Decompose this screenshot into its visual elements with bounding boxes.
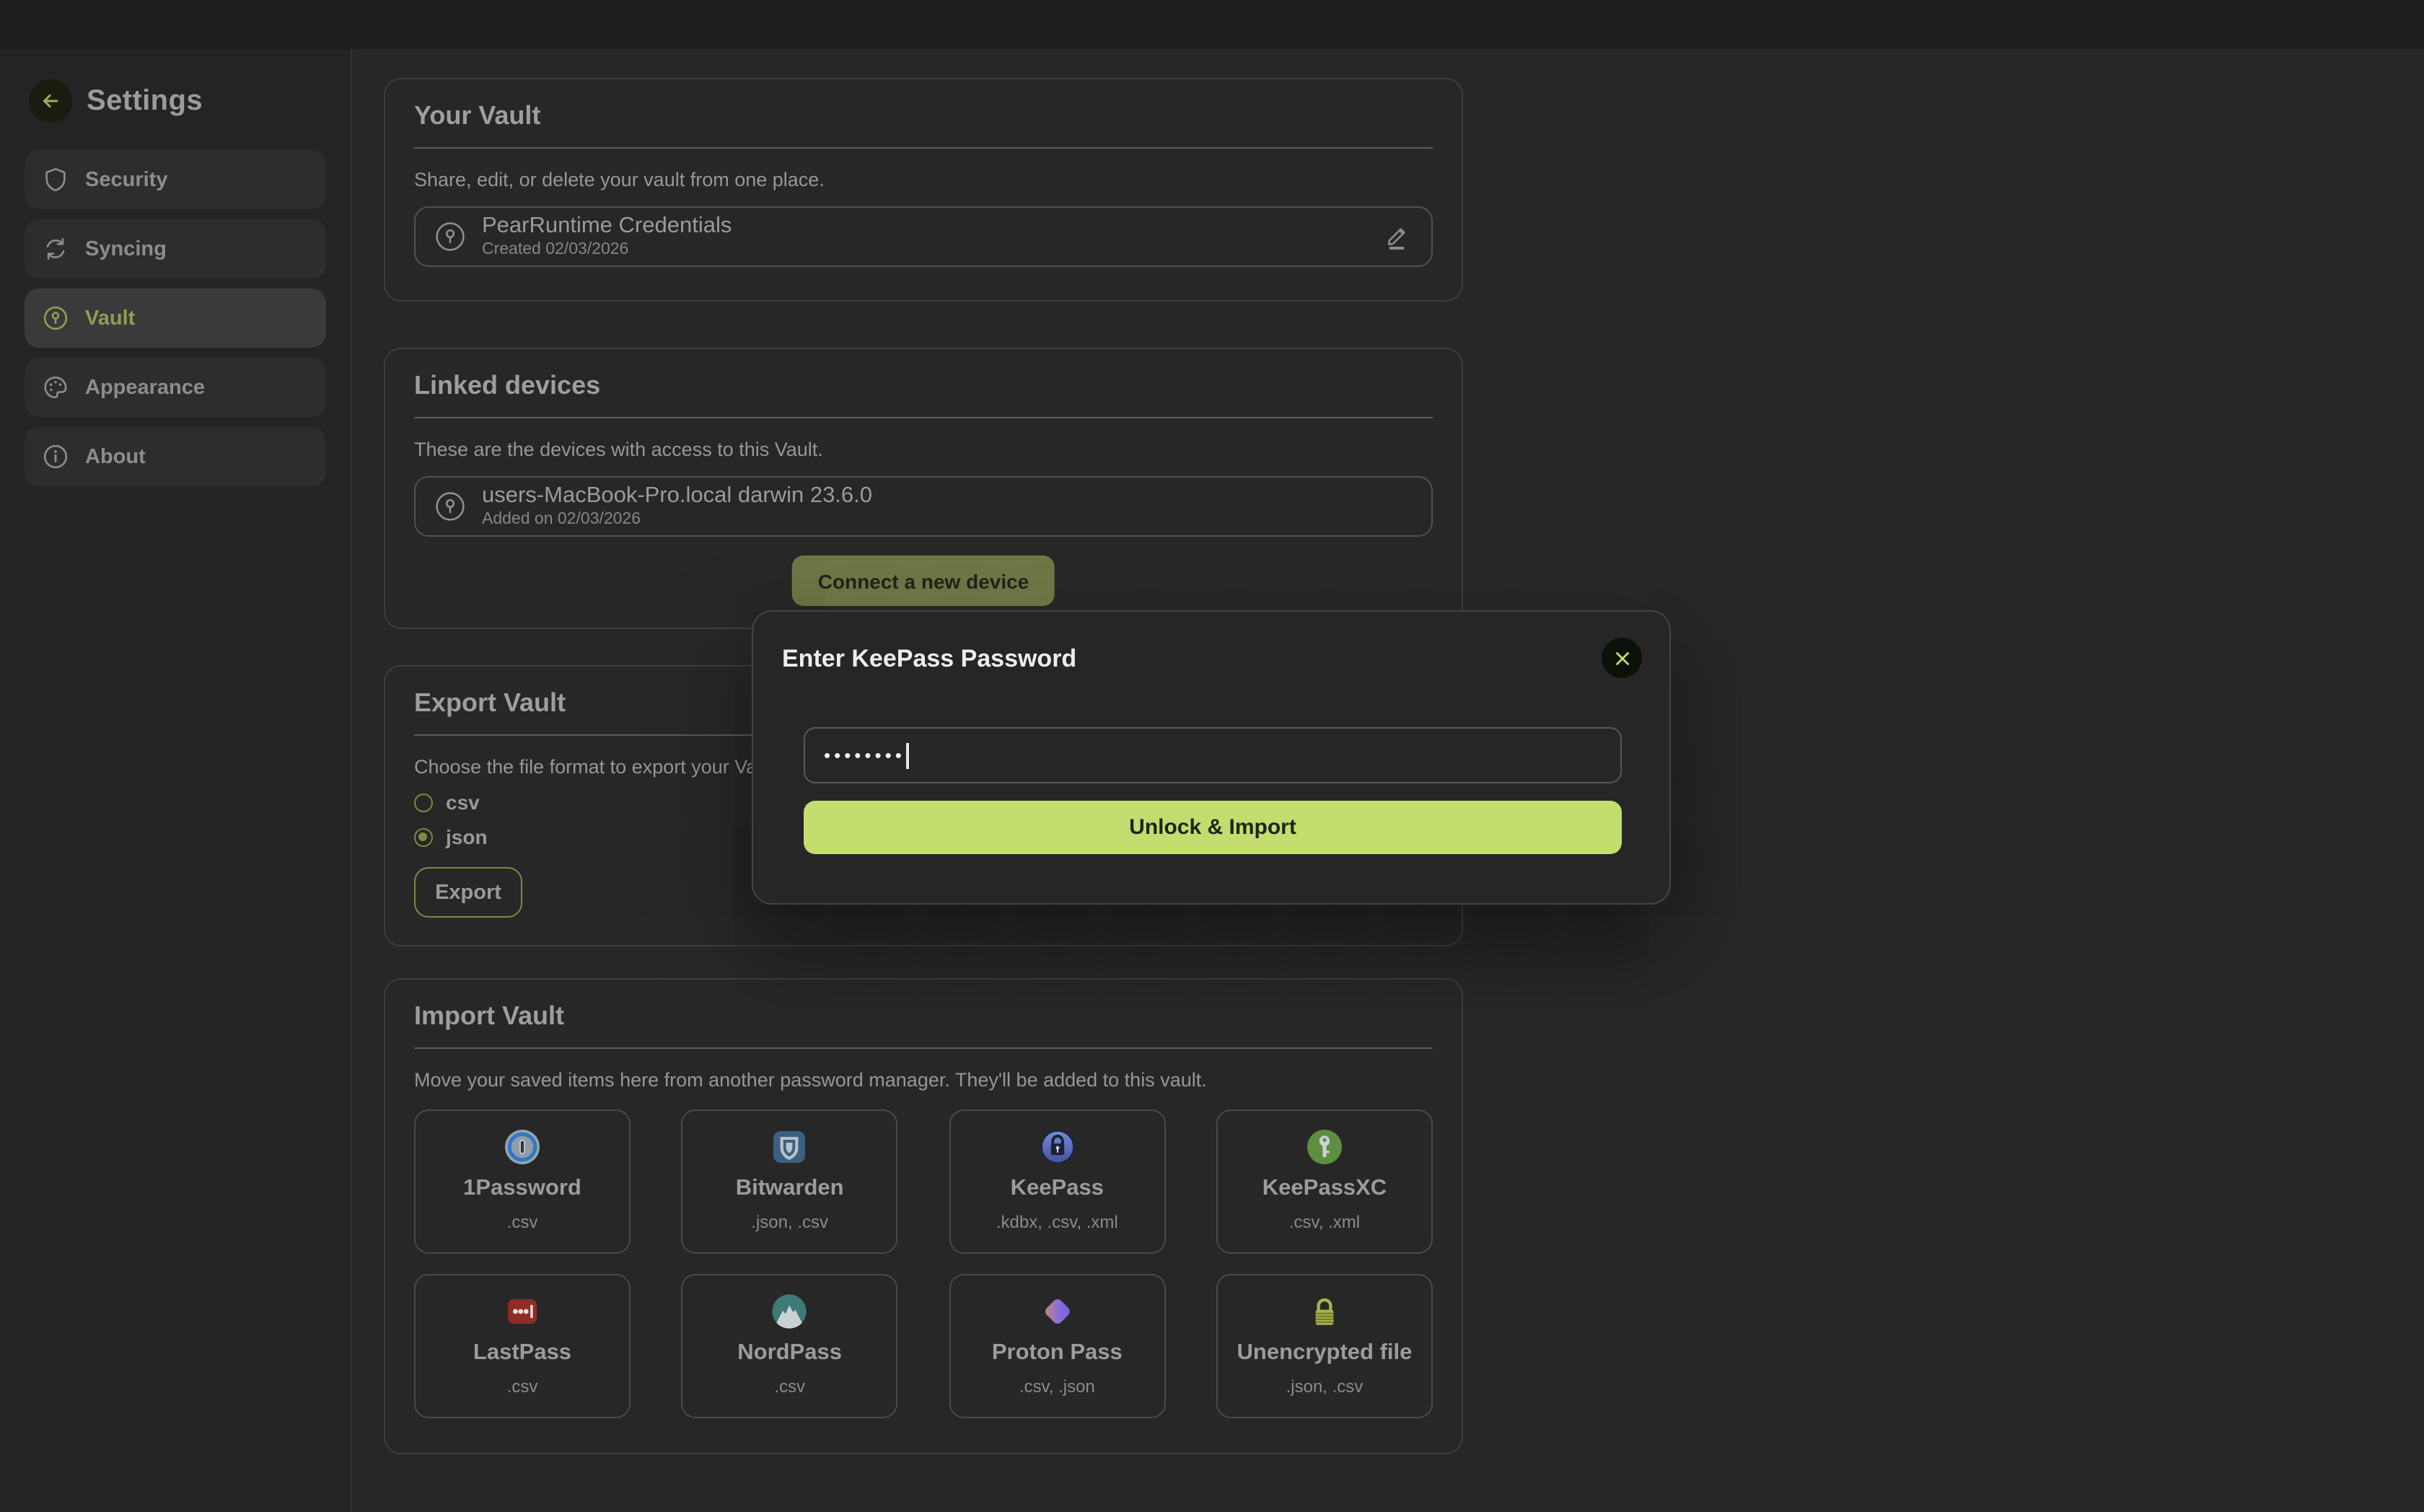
key-circle-icon <box>433 219 467 254</box>
provider-formats: .csv, .json <box>950 1376 1164 1397</box>
text-cursor <box>907 742 909 768</box>
section-description: Move your saved items here from another … <box>414 1069 1433 1091</box>
connect-new-device-button[interactable]: Connect a new device <box>792 555 1055 606</box>
protonpass-icon <box>950 1291 1164 1330</box>
section-title: Import Vault <box>414 1001 1433 1032</box>
settings-window: Settings Security Syncing Vault <box>0 0 2424 1512</box>
section-title: Your Vault <box>414 101 1433 131</box>
vault-info: PearRuntime Credentials Created 02/03/20… <box>482 215 732 258</box>
unlock-import-button[interactable]: Unlock & Import <box>804 801 1622 854</box>
back-button[interactable] <box>29 79 72 123</box>
page-title: Settings <box>87 84 203 118</box>
key-circle-icon <box>433 489 467 524</box>
section-title: Linked devices <box>414 371 1433 401</box>
provider-name: Proton Pass <box>950 1340 1164 1366</box>
sidebar-item-about[interactable]: About <box>25 427 326 486</box>
section-description: These are the devices with access to thi… <box>414 439 1433 460</box>
keepass-password-dialog: Enter KeePass Password •••••••• Unlock &… <box>752 610 1671 905</box>
import-tile-protonpass[interactable]: Proton Pass .csv, .json <box>949 1274 1165 1418</box>
sidebar: Settings Security Syncing Vault <box>0 49 352 1512</box>
provider-formats: .csv <box>416 1376 629 1397</box>
keepassxc-icon <box>1218 1127 1431 1166</box>
back-arrow-icon <box>38 88 63 114</box>
provider-name: KeePass <box>950 1176 1164 1202</box>
import-tile-1password[interactable]: 1Password .csv <box>414 1109 631 1254</box>
vault-name: PearRuntime Credentials <box>482 215 732 237</box>
sidebar-item-vault[interactable]: Vault <box>25 289 326 348</box>
edit-vault-button[interactable] <box>1382 222 1411 251</box>
import-tile-nordpass[interactable]: NordPass .csv <box>682 1274 898 1418</box>
provider-name: 1Password <box>416 1176 629 1202</box>
section-description: Share, edit, or delete your vault from o… <box>414 169 1433 190</box>
divider <box>414 1047 1433 1049</box>
provider-name: NordPass <box>683 1340 897 1366</box>
divider <box>414 147 1433 149</box>
1password-icon <box>416 1127 629 1166</box>
palette-icon <box>42 374 69 401</box>
device-row: users-MacBook-Pro.local darwin 23.6.0 Ad… <box>414 476 1433 537</box>
export-button[interactable]: Export <box>414 867 522 918</box>
bitwarden-icon <box>683 1127 897 1166</box>
password-input[interactable]: •••••••• <box>804 727 1622 783</box>
radio-label: json <box>446 825 488 848</box>
import-tile-unencrypted-file[interactable]: Unencrypted file .json, .csv <box>1216 1274 1433 1418</box>
sidebar-item-syncing[interactable]: Syncing <box>25 219 326 278</box>
keepass-icon <box>950 1127 1164 1166</box>
shield-icon <box>42 166 69 193</box>
pencil-icon <box>1382 222 1411 251</box>
provider-formats: .json, .csv <box>1218 1376 1431 1397</box>
provider-name: KeePassXC <box>1218 1176 1431 1202</box>
radio-circle-checked[interactable] <box>414 827 433 846</box>
import-tile-keepassxc[interactable]: KeePassXC .csv, .xml <box>1216 1109 1433 1254</box>
provider-formats: .csv <box>416 1212 629 1232</box>
provider-name: Unencrypted file <box>1218 1340 1431 1366</box>
close-button[interactable] <box>1602 638 1642 678</box>
dialog-title: Enter KeePass Password <box>782 645 1076 674</box>
sidebar-item-label: Appearance <box>85 376 205 399</box>
sidebar-header: Settings <box>29 79 351 123</box>
nordpass-icon <box>683 1291 897 1330</box>
sidebar-item-label: About <box>85 445 146 468</box>
linked-devices-card: Linked devices These are the devices wit… <box>384 348 1463 629</box>
sidebar-item-appearance[interactable]: Appearance <box>25 358 326 417</box>
device-name: users-MacBook-Pro.local darwin 23.6.0 <box>482 485 872 507</box>
unencrypted-lock-icon <box>1218 1291 1431 1330</box>
your-vault-card: Your Vault Share, edit, or delete your v… <box>384 78 1463 302</box>
sidebar-item-label: Vault <box>85 307 135 330</box>
sidebar-nav: Security Syncing Vault Appearance <box>25 150 326 486</box>
divider <box>414 417 1433 418</box>
close-icon <box>1611 647 1633 669</box>
device-info: users-MacBook-Pro.local darwin 23.6.0 Ad… <box>482 485 872 528</box>
provider-formats: .csv, .xml <box>1218 1212 1431 1232</box>
vault-created-date: Created 02/03/2026 <box>482 242 732 258</box>
window-titlebar <box>0 0 2424 49</box>
provider-formats: .kdbx, .csv, .xml <box>950 1212 1164 1232</box>
sync-icon <box>42 235 69 263</box>
radio-circle-unchecked[interactable] <box>414 793 433 812</box>
sidebar-item-label: Security <box>85 168 167 191</box>
info-icon <box>42 443 69 470</box>
import-tile-lastpass[interactable]: LastPass .csv <box>414 1274 631 1418</box>
provider-name: Bitwarden <box>683 1176 897 1202</box>
import-provider-grid: 1Password .csv Bitwarden .json, .csv Kee… <box>414 1109 1433 1438</box>
import-vault-card: Import Vault Move your saved items here … <box>384 978 1463 1454</box>
provider-formats: .json, .csv <box>683 1212 897 1232</box>
import-tile-bitwarden[interactable]: Bitwarden .json, .csv <box>682 1109 898 1254</box>
radio-label: csv <box>446 791 480 814</box>
sidebar-item-label: Syncing <box>85 237 167 260</box>
vault-row: PearRuntime Credentials Created 02/03/20… <box>414 206 1433 267</box>
sidebar-item-security[interactable]: Security <box>25 150 326 209</box>
device-added-date: Added on 02/03/2026 <box>482 511 872 528</box>
password-masked-value: •••••••• <box>824 746 905 765</box>
provider-formats: .csv <box>683 1376 897 1397</box>
vault-key-icon <box>42 304 69 332</box>
provider-name: LastPass <box>416 1340 629 1366</box>
import-tile-keepass[interactable]: KeePass .kdbx, .csv, .xml <box>949 1109 1165 1254</box>
lastpass-icon <box>416 1291 629 1330</box>
